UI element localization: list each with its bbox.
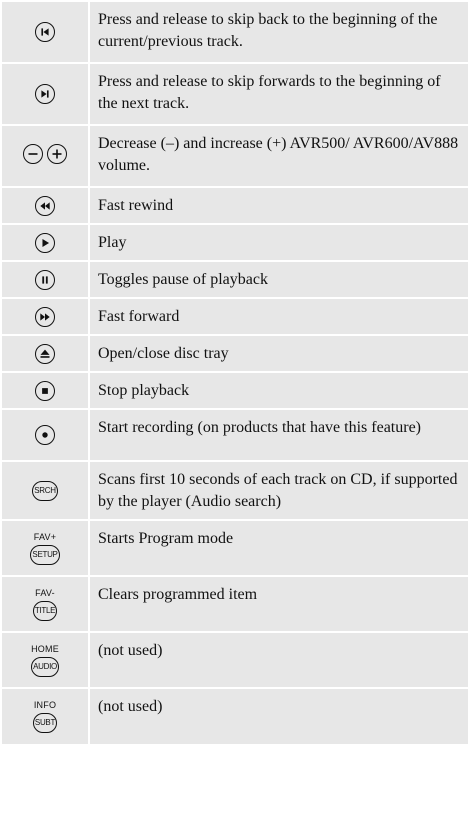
stop-icon	[35, 380, 55, 401]
table-row: Fast rewind	[0, 186, 470, 225]
row-description: Start recording (on products that have t…	[88, 408, 470, 462]
plus-icon	[47, 143, 67, 164]
table-row: Decrease (–) and increase (+) AVR500/ AV…	[0, 124, 470, 188]
info-caption: INFO	[33, 700, 57, 710]
title-button-icon: TITLE	[32, 600, 58, 621]
icon-cell: SRCH	[0, 460, 90, 521]
icon-cell	[0, 223, 90, 262]
row-description: Toggles pause of playback	[88, 260, 470, 299]
icon-cell	[0, 0, 90, 64]
fav-minus-caption: FAV-	[35, 587, 55, 598]
icon-cell	[0, 408, 90, 462]
table-row: HOME AUDIO (not used)	[0, 631, 470, 689]
remote-button-reference-table: Press and release to skip back to the be…	[0, 0, 470, 746]
setup-button-group: FAV+ SETUP	[2, 532, 88, 565]
table-row: Open/close disc tray	[0, 334, 470, 373]
icon-cell	[0, 186, 90, 225]
icon-cell	[0, 297, 90, 336]
home-caption: HOME	[31, 643, 59, 654]
volume-minus-plus-icon	[23, 143, 67, 164]
table-row: FAV- TITLE Clears programmed item	[0, 575, 470, 633]
fav-plus-caption: FAV+	[33, 531, 57, 542]
icon-cell	[0, 124, 90, 188]
skip-back-icon	[35, 22, 55, 42]
table-row: Play	[0, 223, 470, 262]
table-row: Toggles pause of playback	[0, 260, 470, 299]
search-button-icon: SRCH	[32, 481, 58, 501]
record-icon	[35, 425, 55, 445]
icon-cell	[0, 334, 90, 373]
row-description: Stop playback	[88, 371, 470, 410]
table-row: Press and release to skip back to the be…	[0, 0, 470, 64]
table-row: Start recording (on products that have t…	[0, 408, 470, 462]
icon-cell: FAV+ SETUP	[0, 519, 90, 577]
icon-cell	[0, 260, 90, 299]
icon-cell	[0, 371, 90, 410]
table-row: Stop playback	[0, 371, 470, 410]
play-icon	[35, 232, 55, 253]
fast-rewind-icon	[35, 195, 55, 216]
row-description: Fast forward	[88, 297, 470, 336]
subtitle-button-icon: SUBT	[32, 713, 58, 733]
table-row: Fast forward	[0, 297, 470, 336]
table-row: INFO SUBT (not used)	[0, 687, 470, 746]
row-description: Decrease (–) and increase (+) AVR500/ AV…	[88, 124, 470, 188]
audio-button-group: HOME AUDIO	[2, 644, 88, 677]
eject-icon	[35, 343, 55, 364]
setup-button-icon: SETUP	[30, 544, 60, 565]
minus-icon	[23, 143, 43, 164]
row-description: (not used)	[88, 687, 470, 746]
table-row: Press and release to skip forwards to th…	[0, 62, 470, 126]
audio-button-icon: AUDIO	[31, 656, 59, 677]
row-description: Play	[88, 223, 470, 262]
table-row: FAV+ SETUP Starts Program mode	[0, 519, 470, 577]
row-description: Press and release to skip back to the be…	[88, 0, 470, 64]
icon-cell: HOME AUDIO	[0, 631, 90, 689]
subtitle-button-group: INFO SUBT	[2, 700, 88, 733]
row-description: Press and release to skip forwards to th…	[88, 62, 470, 126]
icon-cell	[0, 62, 90, 126]
row-description: (not used)	[88, 631, 470, 689]
skip-forward-icon	[35, 84, 55, 104]
fast-forward-icon	[35, 306, 55, 327]
row-description: Open/close disc tray	[88, 334, 470, 373]
icon-cell: INFO SUBT	[0, 687, 90, 746]
row-description: Fast rewind	[88, 186, 470, 225]
row-description: Clears programmed item	[88, 575, 470, 633]
row-description: Starts Program mode	[88, 519, 470, 577]
title-button-group: FAV- TITLE	[2, 588, 88, 621]
icon-cell: FAV- TITLE	[0, 575, 90, 633]
pause-icon	[35, 269, 55, 290]
table-row: SRCH Scans first 10 seconds of each trac…	[0, 460, 470, 521]
row-description: Scans first 10 seconds of each track on …	[88, 460, 470, 521]
